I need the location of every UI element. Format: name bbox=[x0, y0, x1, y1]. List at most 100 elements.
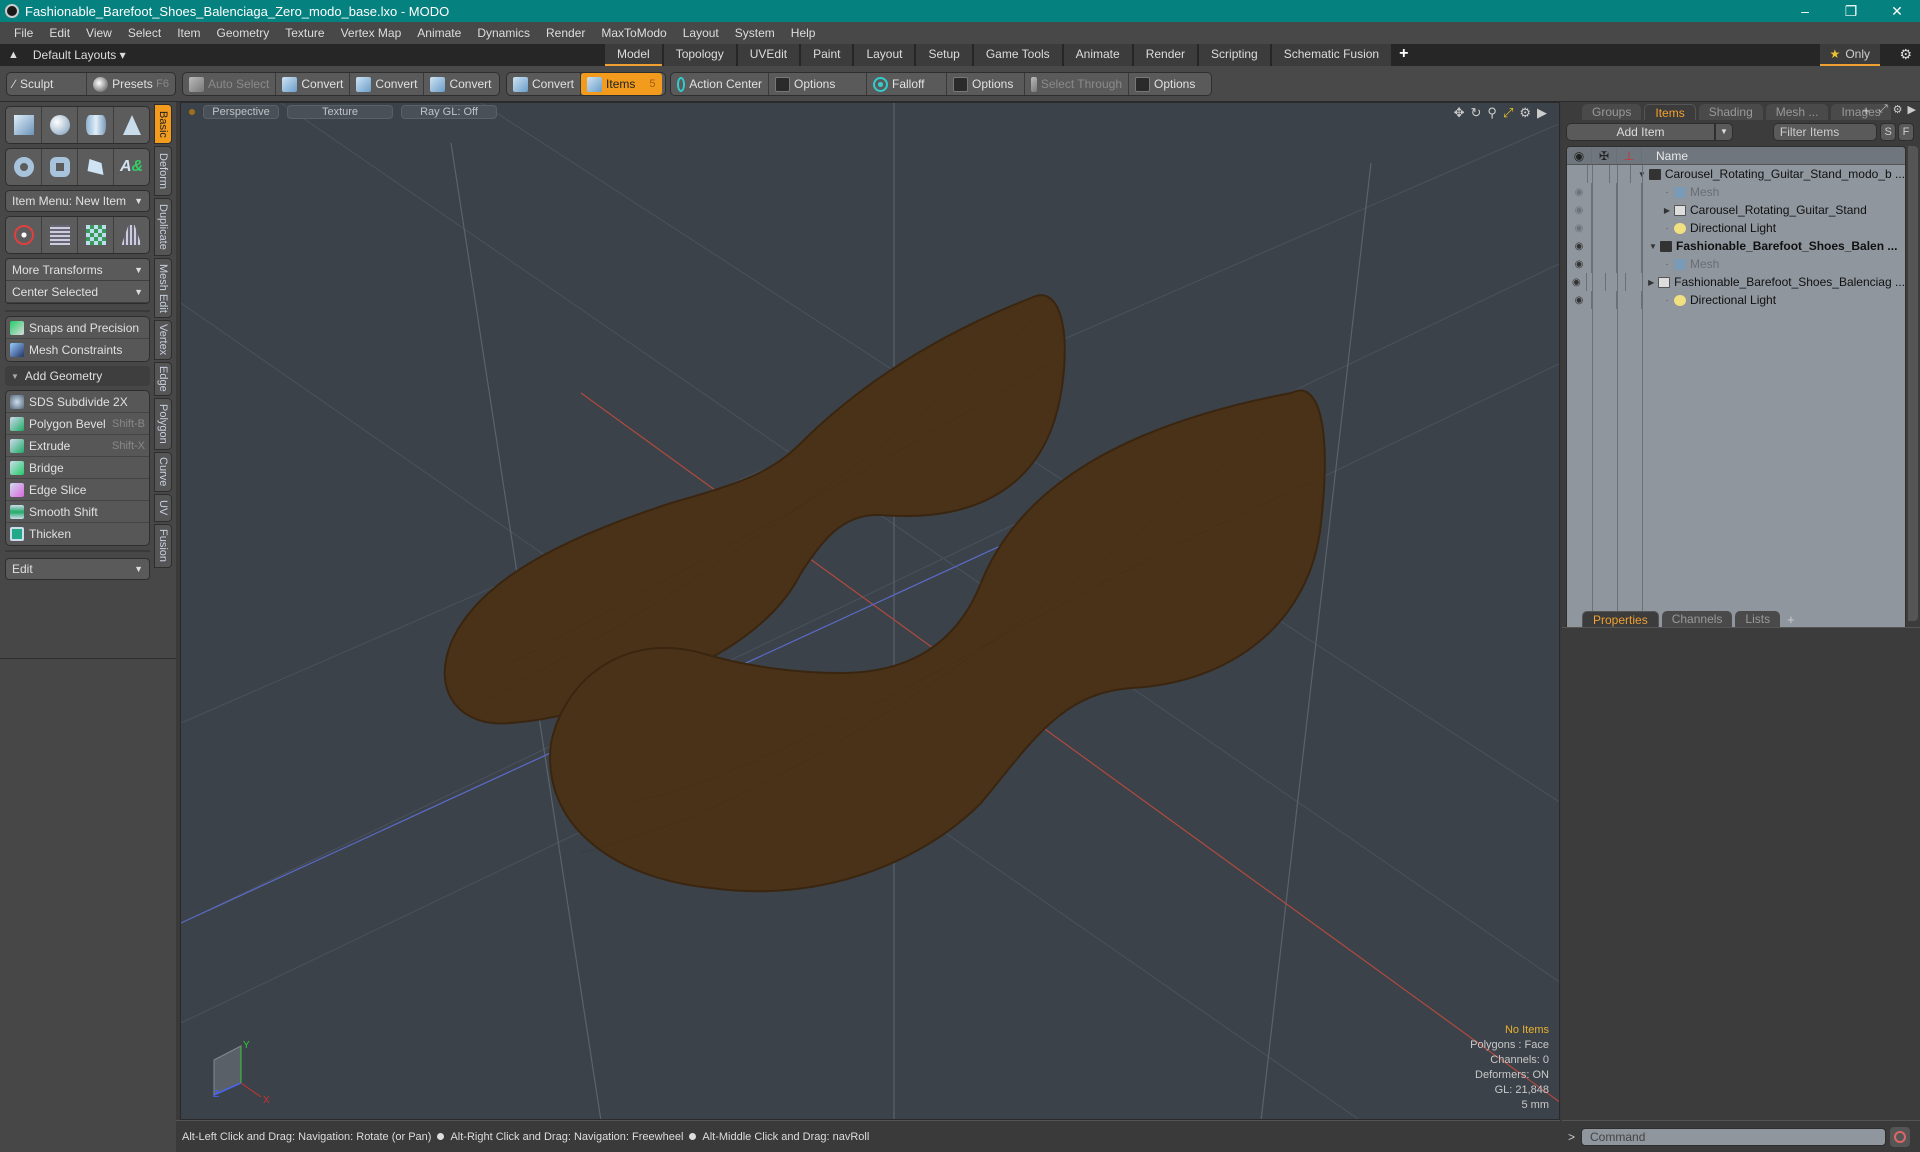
polygon-bevel-button[interactable]: Polygon Bevel Shift-B bbox=[6, 413, 149, 435]
vtab-duplicate[interactable]: Duplicate bbox=[154, 198, 172, 256]
edit-dropdown[interactable]: Edit ▼ bbox=[5, 558, 150, 580]
zoom-icon[interactable]: ⚲ bbox=[1487, 105, 1497, 121]
sphere-tool[interactable] bbox=[42, 107, 78, 143]
vtab-mesh-edit[interactable]: Mesh Edit bbox=[154, 258, 172, 318]
tab-groups[interactable]: Groups bbox=[1582, 104, 1642, 120]
tab-setup[interactable]: Setup bbox=[916, 44, 972, 66]
auto-select-button[interactable]: Auto Select bbox=[183, 73, 277, 95]
tab-items[interactable]: Items bbox=[1644, 104, 1696, 120]
add-item-dropdown-icon[interactable]: ▼ bbox=[1714, 123, 1733, 141]
view-type-button[interactable]: Perspective bbox=[203, 105, 279, 119]
vtab-uv[interactable]: UV bbox=[154, 494, 172, 522]
snaps-precision-button[interactable]: Snaps and Precision bbox=[6, 317, 149, 339]
menu-layout[interactable]: Layout bbox=[675, 26, 727, 40]
menu-geometry[interactable]: Geometry bbox=[209, 26, 278, 40]
transform-tool[interactable] bbox=[6, 217, 42, 253]
viewport-gear-icon[interactable]: ⚙ bbox=[1519, 105, 1531, 121]
add-item-button[interactable]: Add Item bbox=[1566, 123, 1715, 141]
add-tab-icon[interactable]: + bbox=[1787, 612, 1795, 627]
name-column-header[interactable]: Name bbox=[1642, 149, 1688, 163]
tab-scripting[interactable]: Scripting bbox=[1199, 44, 1270, 66]
add-tab-icon[interactable]: + bbox=[1862, 103, 1870, 118]
rotate-icon[interactable]: ↻ bbox=[1471, 105, 1482, 121]
tab-lists[interactable]: Lists bbox=[1735, 611, 1781, 627]
action-center-options-button[interactable]: Options bbox=[769, 73, 867, 95]
vtab-polygon[interactable]: Polygon bbox=[154, 398, 172, 450]
lock-column-icon[interactable]: ✠ bbox=[1592, 147, 1617, 164]
shading-mode-button[interactable]: Texture bbox=[287, 105, 393, 119]
item-tree-vscroll[interactable] bbox=[1908, 146, 1918, 621]
command-input[interactable]: Command bbox=[1581, 1127, 1887, 1146]
tab-topology[interactable]: Topology bbox=[663, 44, 736, 66]
menu-help[interactable]: Help bbox=[783, 26, 824, 40]
vtab-edge[interactable]: Edge bbox=[154, 362, 172, 396]
convert-vertices-button[interactable]: Convert bbox=[276, 73, 351, 95]
expand-down-icon[interactable]: ▼ bbox=[1646, 242, 1660, 251]
mesh-constraints-button[interactable]: Mesh Constraints bbox=[6, 339, 149, 361]
tab-properties[interactable]: Properties bbox=[1582, 611, 1659, 627]
lock-toggle[interactable] bbox=[1592, 255, 1617, 273]
menu-system[interactable]: System bbox=[727, 26, 783, 40]
tab-model[interactable]: Model bbox=[605, 44, 662, 66]
taper-tool[interactable] bbox=[114, 217, 149, 253]
action-center-button[interactable]: Action Center bbox=[671, 73, 769, 95]
vtab-curve[interactable]: Curve bbox=[154, 452, 172, 492]
more-transforms-dropdown[interactable]: More Transforms ▼ bbox=[6, 259, 149, 281]
axis-toggle[interactable] bbox=[1617, 201, 1642, 219]
tab-paint[interactable]: Paint bbox=[801, 44, 853, 66]
maximize-panel-icon[interactable]: ⤢ bbox=[1879, 103, 1888, 118]
sculpt-button[interactable]: ∕ Sculpt bbox=[7, 73, 88, 95]
visibility-toggle[interactable]: ◉ bbox=[1567, 291, 1592, 309]
add-tab-button[interactable]: + bbox=[1393, 44, 1414, 66]
tab-shading[interactable]: Shading bbox=[1698, 104, 1763, 120]
maximize-icon[interactable]: ⤢ bbox=[1503, 105, 1513, 121]
vtab-vertex[interactable]: Vertex bbox=[154, 320, 172, 360]
torus-tool[interactable] bbox=[6, 149, 42, 185]
menu-select[interactable]: Select bbox=[120, 26, 169, 40]
menu-animate[interactable]: Animate bbox=[409, 26, 469, 40]
convert-polygons-button[interactable]: Convert bbox=[424, 73, 497, 95]
capsule-tool[interactable] bbox=[42, 149, 78, 185]
add-geometry-section[interactable]: ▼ Add Geometry bbox=[5, 366, 150, 386]
vtab-basic[interactable]: Basic bbox=[154, 104, 172, 144]
menu-file[interactable]: File bbox=[6, 26, 41, 40]
smooth-shift-button[interactable]: Smooth Shift bbox=[6, 501, 149, 523]
menu-maxtomodo[interactable]: MaxToModo bbox=[593, 26, 674, 40]
pan-icon[interactable]: ✥ bbox=[1454, 105, 1465, 121]
thicken-button[interactable]: Thicken bbox=[6, 523, 149, 545]
filter-items-input[interactable]: Filter Items bbox=[1772, 123, 1878, 141]
record-button[interactable] bbox=[1890, 1126, 1911, 1147]
checker-tool[interactable] bbox=[78, 217, 114, 253]
default-layouts-dropdown[interactable]: Default Layouts ▾ bbox=[33, 48, 126, 62]
menu-render[interactable]: Render bbox=[538, 26, 593, 40]
sds-subdivide-button[interactable]: SDS Subdivide 2X bbox=[6, 391, 149, 413]
axis-column-icon[interactable]: ⊥ bbox=[1617, 147, 1642, 164]
center-selected-dropdown[interactable]: Center Selected ▼ bbox=[6, 281, 149, 303]
tab-channels[interactable]: Channels bbox=[1661, 611, 1733, 627]
tab-uvedit[interactable]: UVEdit bbox=[737, 44, 800, 66]
cube-tool[interactable] bbox=[6, 107, 42, 143]
only-button[interactable]: ★ Only bbox=[1819, 44, 1880, 66]
3d-viewport[interactable]: Y X Z Perspective Texture Ray GL: Off ✥ … bbox=[180, 102, 1560, 1120]
menu-dynamics[interactable]: Dynamics bbox=[469, 26, 538, 40]
tab-render[interactable]: Render bbox=[1133, 44, 1198, 66]
visibility-toggle[interactable]: ◉ bbox=[1567, 273, 1587, 291]
falloff-button[interactable]: Falloff bbox=[867, 73, 947, 95]
pen-tool[interactable] bbox=[78, 149, 114, 185]
menu-edit[interactable]: Edit bbox=[41, 26, 78, 40]
menu-texture[interactable]: Texture bbox=[277, 26, 332, 40]
lock-toggle[interactable] bbox=[1592, 237, 1617, 255]
vtab-deform[interactable]: Deform bbox=[154, 146, 172, 196]
select-through-button[interactable]: Select Through bbox=[1025, 73, 1129, 95]
expand-arrow-icon[interactable]: ▶ bbox=[1537, 105, 1547, 121]
presets-button[interactable]: Presets F6 bbox=[87, 73, 175, 95]
axis-toggle[interactable] bbox=[1617, 237, 1642, 255]
visibility-toggle[interactable]: ◉ bbox=[1567, 255, 1592, 273]
axis-toggle[interactable] bbox=[1617, 291, 1642, 309]
tab-animate[interactable]: Animate bbox=[1063, 44, 1132, 66]
lock-toggle[interactable] bbox=[1592, 201, 1617, 219]
tab-game-tools[interactable]: Game Tools bbox=[973, 44, 1062, 66]
lock-toggle[interactable] bbox=[1587, 273, 1607, 291]
axis-toggle[interactable] bbox=[1617, 255, 1642, 273]
visibility-toggle[interactable]: ◉ bbox=[1567, 201, 1592, 219]
